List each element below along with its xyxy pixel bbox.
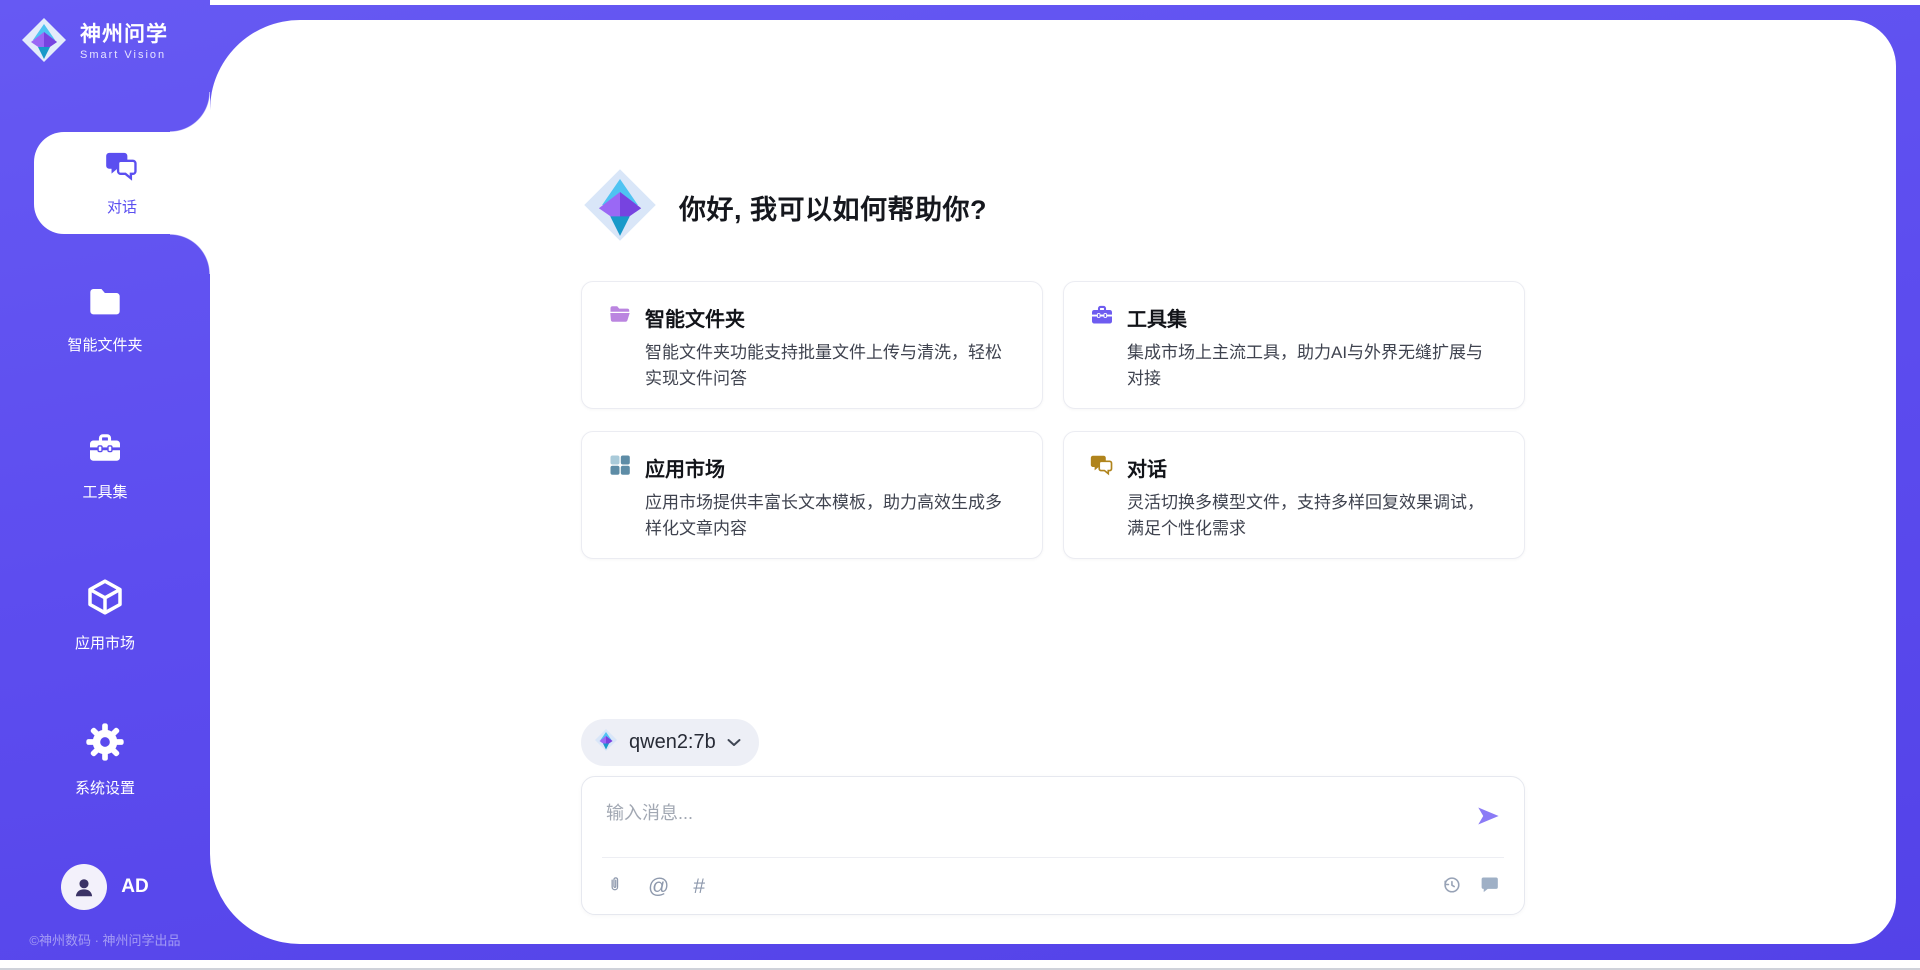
card-title: 应用市场 (645, 453, 725, 482)
copyright-text: ©神州数码 · 神州问学出品 (0, 930, 210, 949)
send-icon (1474, 817, 1502, 832)
sidebar-item-app-market[interactable]: 应用市场 (0, 577, 210, 653)
toolbox-icon (1090, 303, 1114, 332)
card-description: 应用市场提供丰富长文本模板，助力高效生成多样化文章内容 (645, 490, 1016, 541)
card-description: 灵活切换多模型文件，支持多样回复效果调试，满足个性化需求 (1127, 490, 1498, 541)
model-name: qwen2:7b (629, 731, 716, 754)
user-initials: AD (121, 876, 148, 898)
sidebar-item-label: 系统设置 (75, 777, 135, 798)
page-edge-bottom (0, 960, 1920, 970)
app-window: 神州问学 Smart Vision 对话 智能文件夹 (0, 0, 1920, 970)
history-icon (1441, 874, 1462, 899)
feedback-button[interactable] (1479, 874, 1500, 899)
card-title: 对话 (1127, 453, 1167, 482)
sidebar-item-chat[interactable]: 对话 (34, 132, 210, 234)
greeting-gem-icon (581, 166, 659, 249)
feature-cards: 智能文件夹 智能文件夹功能支持批量文件上传与清洗，轻松实现文件问答 (581, 281, 1525, 559)
card-smart-folder[interactable]: 智能文件夹 智能文件夹功能支持批量文件上传与清洗，轻松实现文件问答 (581, 281, 1043, 409)
folder-open-icon (608, 303, 632, 332)
chevron-down-icon (727, 734, 741, 752)
brand-name: 神州问学 (80, 23, 168, 47)
sidebar-item-settings[interactable]: 系统设置 (0, 722, 210, 798)
user-account[interactable]: AD (0, 864, 210, 910)
sidebar-item-smart-folder[interactable]: 智能文件夹 (0, 285, 210, 355)
sidebar-item-label: 对话 (107, 196, 137, 217)
cube-icon (85, 577, 125, 622)
greeting-row: 你好, 我可以如何帮助你? (581, 166, 1525, 249)
model-gem-icon (594, 728, 618, 757)
sidebar-item-label: 智能文件夹 (67, 334, 142, 355)
chat-bubble-icon (1479, 874, 1500, 899)
message-input[interactable] (582, 777, 1442, 853)
attachment-button[interactable] (606, 873, 624, 899)
sidebar-item-toolbox[interactable]: 工具集 (0, 430, 210, 502)
composer-toolbar: @ # (582, 858, 1524, 914)
send-button[interactable] (1474, 803, 1502, 832)
card-description: 智能文件夹功能支持批量文件上传与清洗，轻松实现文件问答 (645, 340, 1016, 391)
main-panel: 你好, 我可以如何帮助你? 智能文件夹 智能文件夹功能支持批量文件上传与清洗，轻… (210, 20, 1896, 944)
card-description: 集成市场上主流工具，助力AI与外界无缝扩展与对接 (1127, 340, 1498, 391)
hash-icon: # (693, 876, 705, 897)
brand-subtitle: Smart Vision (80, 49, 168, 62)
paperclip-icon (606, 873, 624, 899)
card-app-market[interactable]: 应用市场 应用市场提供丰富长文本模板，助力高效生成多样化文章内容 (581, 431, 1043, 559)
page-edge-top (210, 0, 1920, 5)
card-chat[interactable]: 对话 灵活切换多模型文件，支持多样回复效果调试，满足个性化需求 (1063, 431, 1525, 559)
greeting-text: 你好, 我可以如何帮助你? (679, 188, 987, 227)
at-sign-icon: @ (648, 876, 669, 897)
avatar (61, 864, 107, 910)
sidebar: 神州问学 Smart Vision 对话 智能文件夹 (0, 0, 210, 962)
gear-icon (85, 722, 125, 767)
toolbox-icon (86, 430, 124, 471)
card-toolbox[interactable]: 工具集 集成市场上主流工具，助力AI与外界无缝扩展与对接 (1063, 281, 1525, 409)
sidebar-item-label: 应用市场 (75, 632, 135, 653)
sidebar-item-label: 工具集 (82, 481, 127, 502)
topic-button[interactable]: # (693, 876, 705, 897)
brand: 神州问学 Smart Vision (20, 16, 168, 69)
card-title: 智能文件夹 (645, 303, 745, 332)
mention-button[interactable]: @ (648, 876, 669, 897)
brand-gem-icon (20, 16, 68, 69)
composer: @ # (581, 776, 1525, 915)
model-selector[interactable]: qwen2:7b (581, 719, 759, 766)
content-column: 你好, 我可以如何帮助你? 智能文件夹 智能文件夹功能支持批量文件上传与清洗，轻… (581, 20, 1525, 944)
chat-icon (105, 149, 139, 188)
history-button[interactable] (1441, 874, 1462, 899)
card-title: 工具集 (1127, 303, 1187, 332)
chat-icon (1090, 453, 1114, 482)
app-grid-icon (608, 453, 632, 482)
folder-icon (86, 285, 124, 324)
